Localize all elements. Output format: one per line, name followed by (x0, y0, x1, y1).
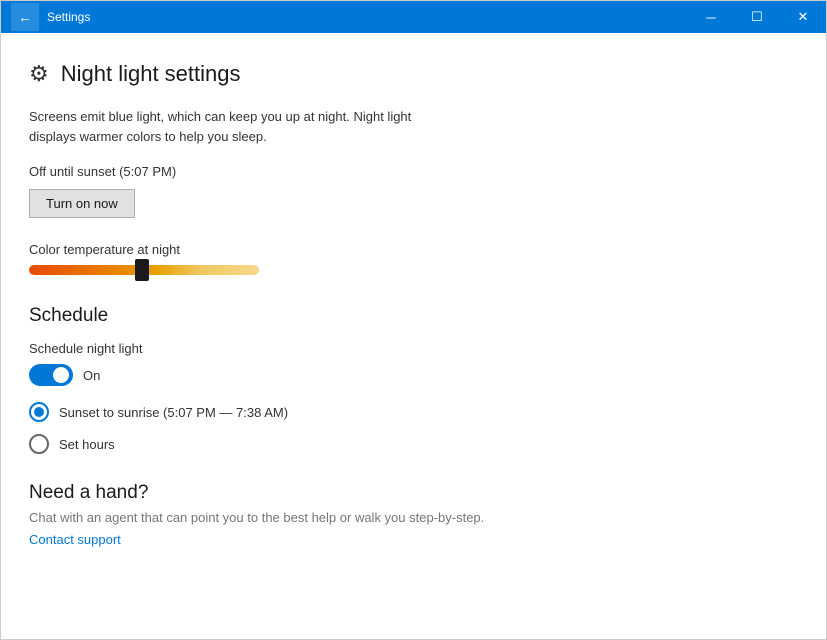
turn-on-button[interactable]: Turn on now (29, 189, 135, 218)
close-button[interactable]: ✕ (780, 1, 826, 33)
close-icon: ✕ (798, 9, 809, 25)
back-button[interactable]: ← (11, 3, 39, 31)
sunset-radio-circle[interactable] (29, 402, 49, 422)
set-hours-radio-circle[interactable] (29, 434, 49, 454)
back-icon: ← (18, 9, 32, 25)
schedule-night-light-label: Schedule night light (29, 341, 794, 356)
maximize-icon: ☐ (751, 9, 763, 25)
page-title: Night light settings (61, 61, 241, 87)
sunset-radio-option[interactable]: Sunset to sunrise (5:07 PM — 7:38 AM) (29, 402, 794, 422)
color-temp-label: Color temperature at night (29, 242, 794, 257)
color-temp-slider-track[interactable] (29, 265, 259, 275)
schedule-section-title: Schedule (29, 305, 794, 327)
sunset-radio-label: Sunset to sunrise (5:07 PM — 7:38 AM) (59, 405, 288, 420)
color-temperature-section: Color temperature at night (29, 242, 794, 275)
gear-icon: ⚙ (29, 61, 49, 87)
status-text: Off until sunset (5:07 PM) (29, 164, 794, 179)
set-hours-radio-label: Set hours (59, 437, 115, 452)
minimize-button[interactable]: ─ (688, 1, 734, 33)
description-text: Screens emit blue light, which can keep … (29, 107, 449, 146)
color-temp-slider-thumb[interactable] (135, 259, 149, 281)
schedule-toggle-row: On (29, 364, 794, 386)
titlebar-left: ← Settings (11, 3, 90, 31)
toggle-thumb (53, 367, 69, 383)
minimize-icon: ─ (706, 10, 715, 25)
main-content: ⚙ Night light settings Screens emit blue… (1, 33, 826, 639)
window: ← Settings ─ ☐ ✕ ⚙ Night light settings … (0, 0, 827, 640)
sunset-radio-inner (34, 407, 44, 417)
titlebar: ← Settings ─ ☐ ✕ (1, 1, 826, 33)
schedule-toggle[interactable] (29, 364, 73, 386)
titlebar-controls: ─ ☐ ✕ (688, 1, 826, 33)
toggle-label: On (83, 368, 100, 383)
need-help-title: Need a hand? (29, 482, 794, 504)
titlebar-title: Settings (47, 10, 90, 24)
need-help-section: Need a hand? Chat with an agent that can… (29, 482, 794, 549)
set-hours-radio-option[interactable]: Set hours (29, 434, 794, 454)
need-help-desc: Chat with an agent that can point you to… (29, 510, 794, 525)
contact-support-link[interactable]: Contact support (29, 532, 121, 547)
page-header: ⚙ Night light settings (29, 61, 794, 87)
maximize-button[interactable]: ☐ (734, 1, 780, 33)
